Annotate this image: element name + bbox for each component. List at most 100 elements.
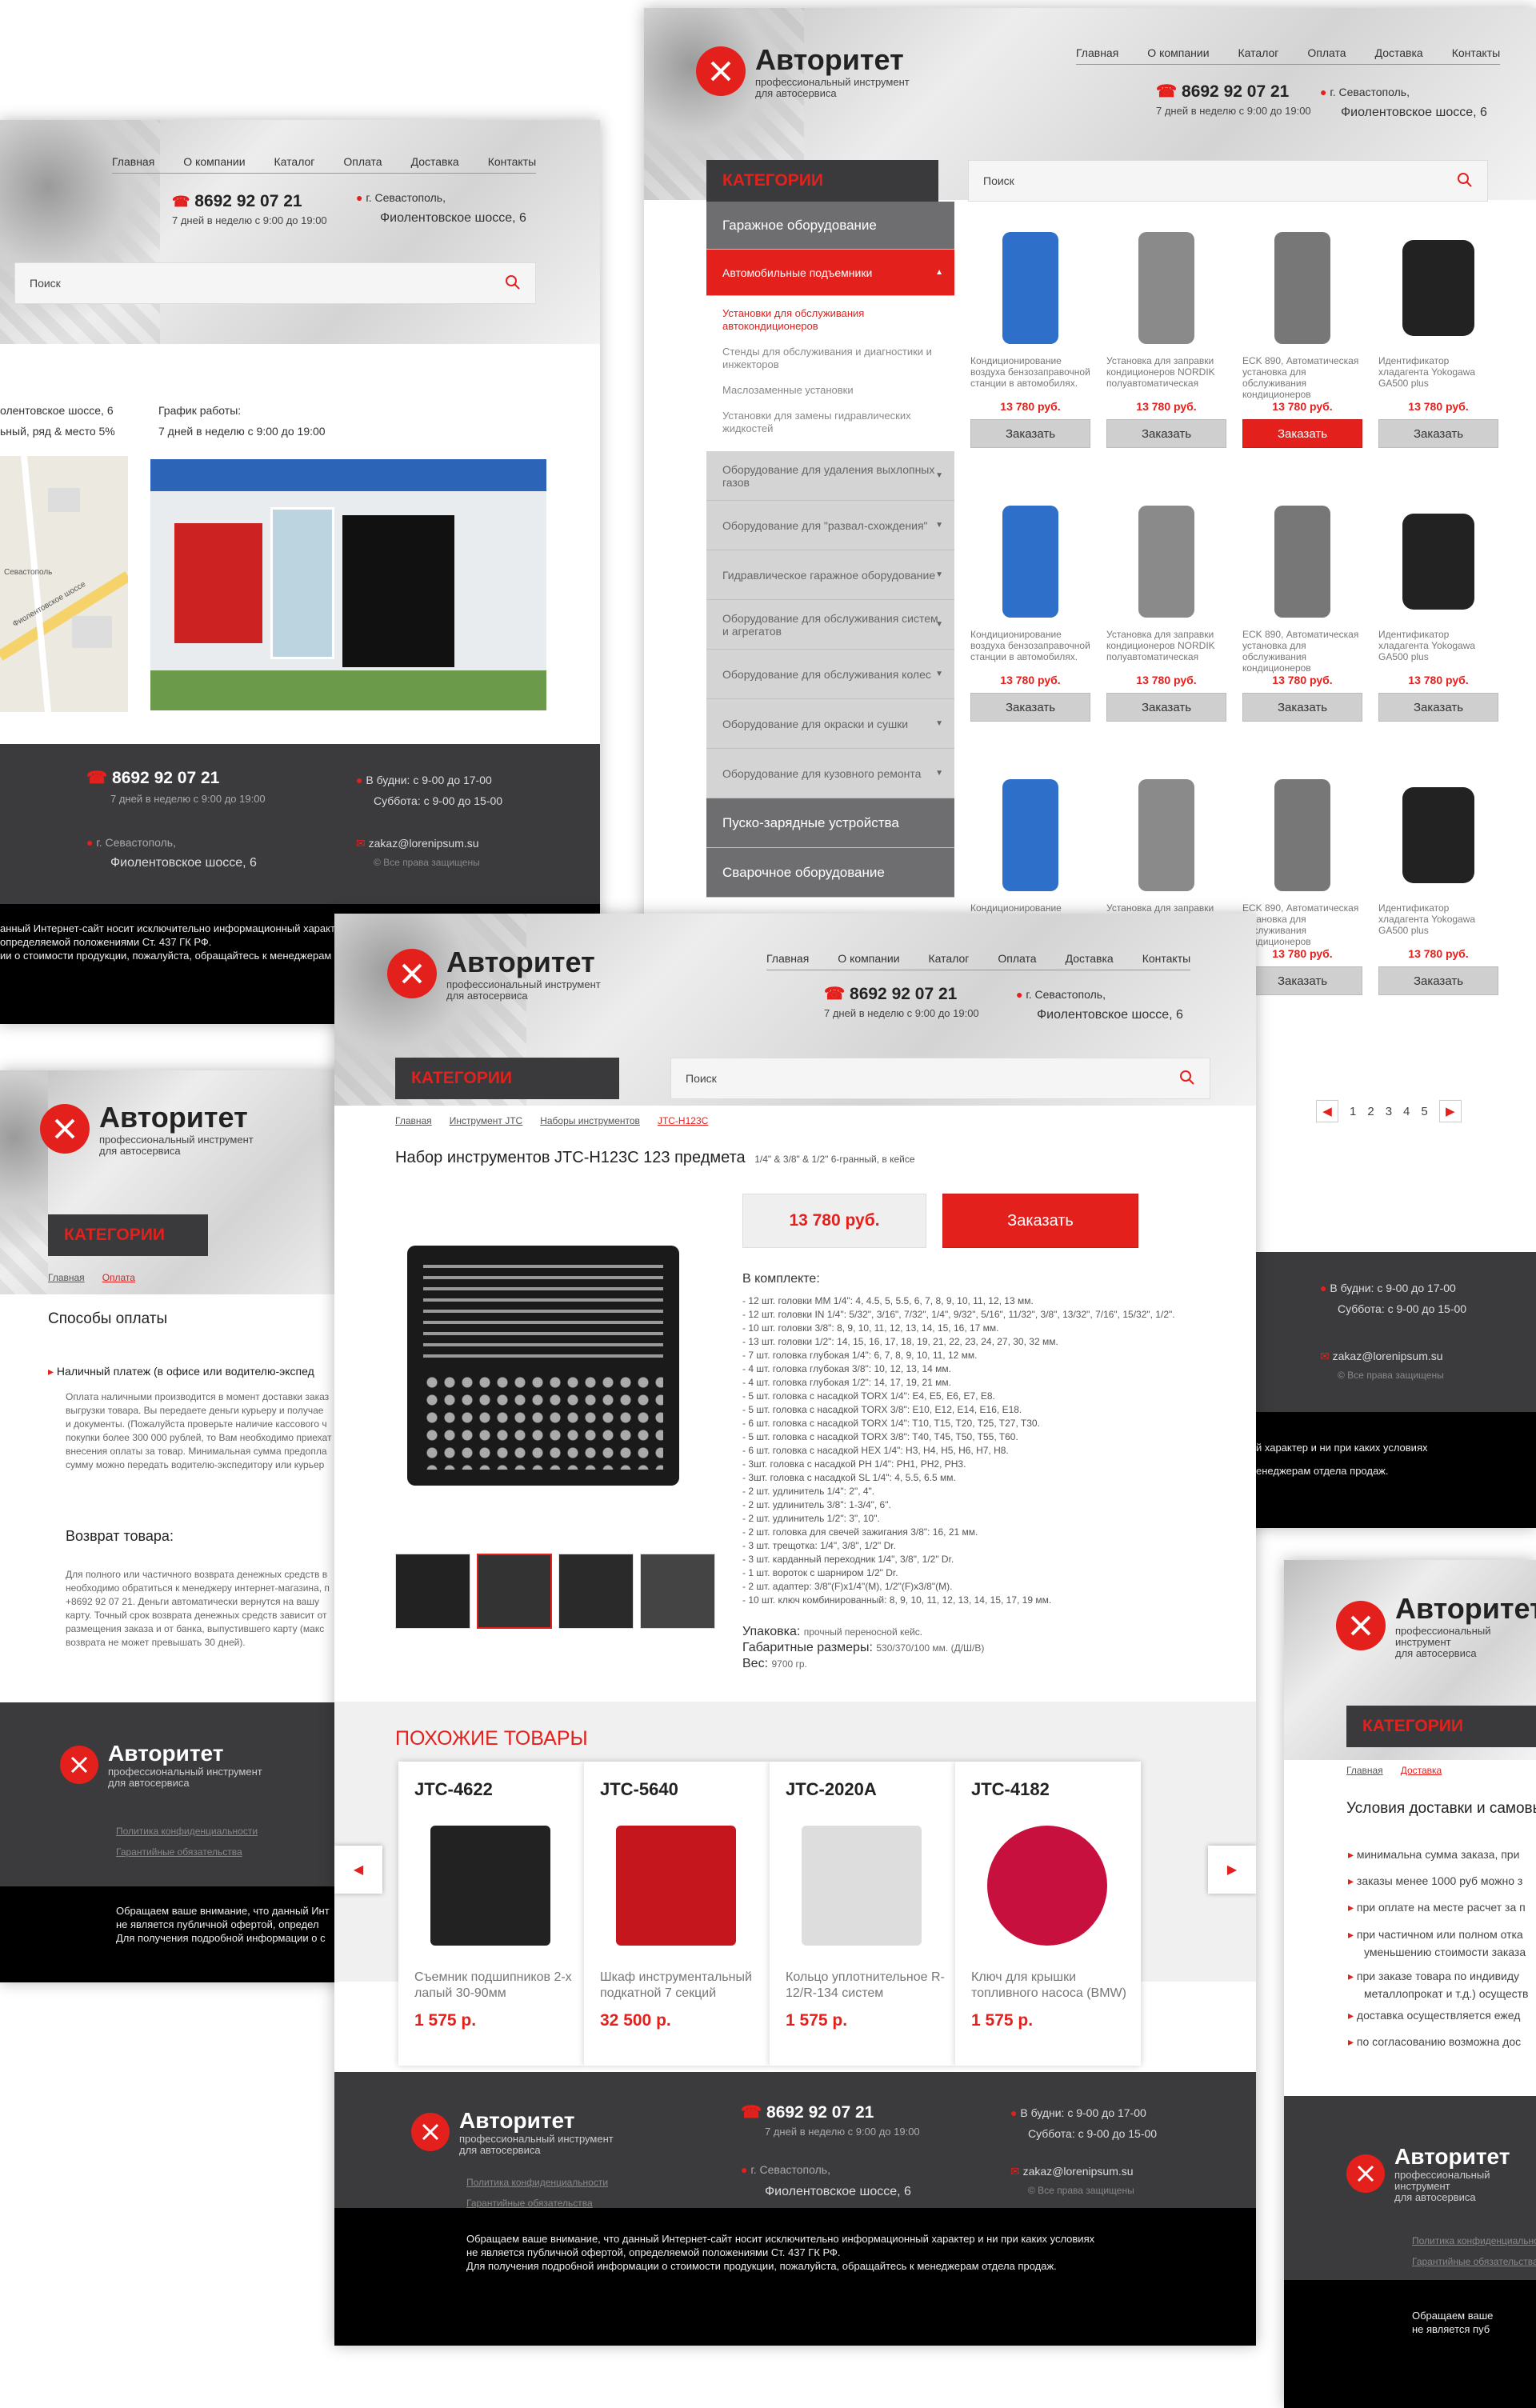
- product-card[interactable]: Идентификатор хладагента Yokogawa GA500 …: [1378, 224, 1498, 448]
- product-image[interactable]: [1378, 771, 1498, 899]
- product-image[interactable]: [1106, 224, 1226, 352]
- categories-button[interactable]: КАТЕГОРИИ: [48, 1214, 208, 1256]
- slider-prev-icon[interactable]: ◀: [334, 1846, 382, 1894]
- page-3[interactable]: 3: [1386, 1105, 1392, 1118]
- categories-button[interactable]: КАТЕГОРИИ: [1346, 1706, 1536, 1747]
- warranty-link[interactable]: Гарантийные обязательства: [116, 1842, 258, 1862]
- logo[interactable]: Авторитет профессиональный инструмент для …: [696, 43, 910, 99]
- nav-delivery[interactable]: Доставка: [1066, 952, 1114, 965]
- categories-button[interactable]: КАТЕГОРИИ: [395, 1058, 619, 1099]
- map[interactable]: Фиолентовское шоссе Севастополь: [0, 455, 131, 713]
- menu-item-hydraulic[interactable]: Гидравлическое гаражное оборудование ▼: [706, 550, 954, 600]
- menu-item-body[interactable]: Оборудование для кузовного ремонта ▼: [706, 749, 954, 798]
- product-title[interactable]: Установка для заправки кондиционеров NOR…: [1106, 355, 1226, 400]
- privacy-link[interactable]: Политика конфиденциальности: [116, 1821, 258, 1842]
- product-image[interactable]: [970, 498, 1090, 626]
- logo[interactable]: Авторитет профессиональный инструмент для …: [40, 1101, 254, 1157]
- product-card[interactable]: Кондиционирование воздуха бензозаправочн…: [970, 224, 1090, 448]
- product-card[interactable]: Установка для заправки кондиционеров NOR…: [1106, 224, 1226, 448]
- product-image[interactable]: [1106, 771, 1226, 899]
- nav-catalog[interactable]: Каталог: [929, 952, 970, 965]
- order-button[interactable]: Заказать: [1378, 693, 1498, 722]
- search-input[interactable]: Поиск: [14, 262, 536, 304]
- similar-product-card[interactable]: JTC-4182 Ключ для крышки топливного насос…: [955, 1762, 1141, 2066]
- prev-page-icon[interactable]: ◀: [1316, 1100, 1338, 1122]
- menu-item-exhaust[interactable]: Оборудование для удаления выхлопных газо…: [706, 451, 954, 501]
- order-button[interactable]: Заказать: [1106, 693, 1226, 722]
- footer-phone[interactable]: ☎ 8692 92 07 21 7 дней в неделю с 9:00 д…: [741, 2102, 920, 2138]
- order-button[interactable]: Заказать: [1106, 419, 1226, 448]
- search-input[interactable]: Поиск: [968, 160, 1488, 202]
- similar-image[interactable]: [430, 1826, 550, 1946]
- crumb-payment[interactable]: Оплата: [102, 1272, 135, 1283]
- nav-about[interactable]: О компании: [838, 952, 899, 965]
- page-2[interactable]: 2: [1367, 1105, 1374, 1118]
- similar-image[interactable]: [802, 1826, 922, 1946]
- thumbnail-1[interactable]: [395, 1554, 470, 1629]
- similar-product-card[interactable]: JTC-2020A Кольцо уплотнительное R-12/R-13…: [770, 1762, 955, 2066]
- nav-payment[interactable]: Оплата: [998, 952, 1036, 965]
- product-title[interactable]: Идентификатор хладагента Yokogawa GA500 …: [1378, 629, 1498, 674]
- product-title[interactable]: Кондиционирование воздуха бензозаправочн…: [970, 355, 1090, 400]
- product-title[interactable]: ECK 890, Автоматическая установка для об…: [1242, 902, 1362, 947]
- product-image[interactable]: [970, 771, 1090, 899]
- product-image[interactable]: [1378, 224, 1498, 352]
- page-4[interactable]: 4: [1403, 1105, 1410, 1118]
- similar-name[interactable]: Кольцо уплотнительное R-12/R-134 систем: [786, 1970, 946, 2002]
- nav-home[interactable]: Главная: [1076, 46, 1118, 59]
- submenu-item-ac[interactable]: Установки для обслуживания автокондицион…: [722, 307, 938, 333]
- nav-catalog[interactable]: Каталог: [274, 155, 315, 168]
- product-title[interactable]: Кондиционирование воздуха бензозаправочн…: [970, 629, 1090, 674]
- product-title[interactable]: Идентификатор хладагента Yokogawa GA500 …: [1378, 902, 1498, 947]
- order-button[interactable]: Заказать: [1378, 966, 1498, 995]
- crumb-product[interactable]: JTC-H123C: [658, 1115, 708, 1126]
- menu-item-systems[interactable]: Оборудование для обслуживания систем и а…: [706, 600, 954, 650]
- nav-delivery[interactable]: Доставка: [411, 155, 459, 168]
- order-button[interactable]: Заказать: [970, 419, 1090, 448]
- footer-logo[interactable]: Авторитет профессиональный инструмент для …: [411, 2108, 614, 2156]
- header-phone[interactable]: ☎ 8692 92 07 21 7 дней в неделю с 9:00 д…: [824, 984, 979, 1019]
- nav-contacts[interactable]: Контакты: [488, 155, 536, 168]
- order-button[interactable]: Заказать: [942, 1194, 1138, 1248]
- footer-phone[interactable]: ☎ 8692 92 07 21 7 дней в неделю с 9:00 д…: [86, 768, 266, 805]
- similar-image[interactable]: [616, 1826, 736, 1946]
- product-card[interactable]: Установка для заправки кондиционеров NOR…: [1106, 498, 1226, 722]
- menu-item-paint[interactable]: Оборудование для окраски и сушки ▼: [706, 699, 954, 749]
- product-card[interactable]: Кондиционирование воздуха бензозаправочн…: [970, 498, 1090, 722]
- nav-contacts[interactable]: Контакты: [1142, 952, 1190, 965]
- page-5[interactable]: 5: [1421, 1105, 1427, 1118]
- product-card[interactable]: Идентификатор хладагента Yokogawa GA500 …: [1378, 771, 1498, 995]
- menu-item-alignment[interactable]: Оборудование для "развал-схождения" ▼: [706, 501, 954, 550]
- nav-delivery[interactable]: Доставка: [1375, 46, 1423, 59]
- crumb-home[interactable]: Главная: [1346, 1765, 1383, 1776]
- slider-next-icon[interactable]: ▶: [1208, 1846, 1256, 1894]
- order-button[interactable]: Заказать: [1242, 419, 1362, 448]
- menu-head-chargers[interactable]: Пуско-зарядные устройства: [706, 798, 954, 848]
- nav-about[interactable]: О компании: [183, 155, 245, 168]
- product-card[interactable]: ECK 890, Автоматическая установка для об…: [1242, 771, 1362, 995]
- product-card[interactable]: ECK 890, Автоматическая установка для об…: [1242, 498, 1362, 722]
- product-image[interactable]: [1106, 498, 1226, 626]
- similar-product-card[interactable]: JTC-4622 Съемник подшипников 2-х лапый 30…: [398, 1762, 584, 2066]
- order-button[interactable]: Заказать: [970, 693, 1090, 722]
- nav-catalog[interactable]: Каталог: [1238, 46, 1279, 59]
- thumbnail-4[interactable]: [640, 1554, 715, 1629]
- search-icon[interactable]: [1457, 172, 1473, 190]
- crumb-jtc[interactable]: Инструмент JTC: [450, 1115, 523, 1126]
- similar-name[interactable]: Ключ для крышки топливного насоса (BMW): [971, 1970, 1131, 2002]
- product-card[interactable]: Идентификатор хладагента Yokogawa GA500 …: [1378, 498, 1498, 722]
- search-input[interactable]: Поиск: [670, 1058, 1210, 1099]
- menu-item-lifts[interactable]: Автомобильные подъемники ▲: [706, 250, 954, 296]
- product-title[interactable]: Идентификатор хладагента Yokogawa GA500 …: [1378, 355, 1498, 400]
- next-page-icon[interactable]: ▶: [1438, 1100, 1462, 1122]
- footer-logo[interactable]: Авторитет профессиональный инструмент для …: [60, 1741, 262, 1789]
- crumb-sets[interactable]: Наборы инструментов: [540, 1115, 640, 1126]
- product-image[interactable]: [1242, 771, 1362, 899]
- order-button[interactable]: Заказать: [1242, 966, 1362, 995]
- order-button[interactable]: Заказать: [1242, 693, 1362, 722]
- crumb-home[interactable]: Главная: [395, 1115, 432, 1126]
- crumb-home[interactable]: Главная: [48, 1272, 85, 1283]
- product-image[interactable]: [1242, 498, 1362, 626]
- product-image[interactable]: [1242, 224, 1362, 352]
- submenu-item-injectors[interactable]: Стенды для обслуживания и диагностики и …: [722, 346, 938, 371]
